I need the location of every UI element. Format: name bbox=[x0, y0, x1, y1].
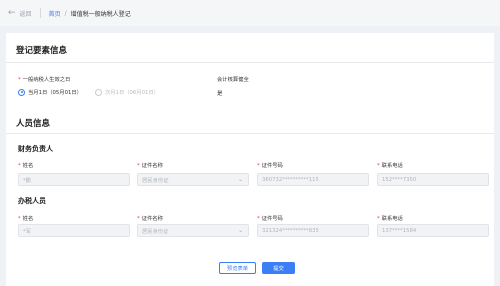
chevron-down-icon: ⌄ bbox=[237, 227, 243, 234]
preview-form-button[interactable]: 预览表单 bbox=[219, 262, 256, 274]
agent-name-label: * 姓名 bbox=[18, 216, 34, 222]
agent-idtype-label: * 证件名称 bbox=[137, 216, 163, 222]
tax-agent-title: 办税人员 bbox=[18, 197, 46, 205]
back-button[interactable]: ← 返回 bbox=[8, 8, 32, 18]
agent-idnumber-field[interactable]: 321324**********835 bbox=[257, 224, 369, 237]
effective-date-label: * 一般纳税人生效之日 bbox=[18, 77, 71, 83]
finance-idnumber-label: * 证件号码 bbox=[257, 163, 283, 169]
agent-idtype-select[interactable]: 居民身份证 ⌄ bbox=[137, 224, 249, 237]
radio-next-month[interactable]: 次月1日（06月01日） bbox=[95, 88, 159, 96]
finance-name-label: * 姓名 bbox=[18, 163, 34, 169]
chevron-down-icon: ⌄ bbox=[237, 176, 243, 183]
radio-next-month-label: 次月1日（06月01日） bbox=[105, 90, 159, 96]
finance-name-field[interactable]: *鹏 bbox=[18, 173, 130, 186]
arrow-left-icon: ← bbox=[8, 8, 16, 18]
accounting-value: 是 bbox=[217, 91, 223, 97]
main-card: 登记要素信息 * 一般纳税人生效之日 当月1日（05月01日） 次月1日（06月0… bbox=[6, 33, 494, 286]
top-bar: ← 返回 首页 / 增值税一般纳税人登记 bbox=[0, 0, 500, 26]
finance-phone-label: * 联系电话 bbox=[377, 163, 403, 169]
agent-idnumber-label: * 证件号码 bbox=[257, 216, 283, 222]
divider bbox=[39, 8, 41, 18]
breadcrumb-current: 增值税一般纳税人登记 bbox=[70, 10, 131, 18]
finance-phone-field[interactable]: 152****7350 bbox=[377, 173, 489, 186]
section-divider bbox=[6, 133, 494, 134]
personnel-title: 人员信息 bbox=[16, 119, 51, 129]
finance-idtype-select[interactable]: 居民身份证 ⌄ bbox=[137, 173, 249, 186]
agent-phone-field[interactable]: 137****1584 bbox=[377, 224, 489, 237]
breadcrumb-separator: / bbox=[64, 9, 67, 17]
radio-selected-icon bbox=[18, 88, 25, 96]
radio-unselected-icon bbox=[95, 88, 102, 96]
finance-idtype-label: * 证件名称 bbox=[137, 163, 163, 169]
radio-current-month[interactable]: 当月1日（05月01日） bbox=[18, 88, 82, 96]
agent-name-field[interactable]: *军 bbox=[18, 224, 130, 237]
section-divider bbox=[6, 62, 494, 63]
back-label: 返回 bbox=[19, 10, 32, 18]
finance-idnumber-field[interactable]: 360732**********115 bbox=[257, 173, 369, 186]
required-mark: * bbox=[18, 77, 21, 83]
accounting-label: 会计核算健全 bbox=[217, 77, 249, 83]
submit-button[interactable]: 提交 bbox=[262, 262, 295, 274]
breadcrumb-home[interactable]: 首页 bbox=[49, 9, 61, 18]
finance-title: 财务负责人 bbox=[18, 145, 53, 153]
agent-phone-label: * 联系电话 bbox=[377, 216, 403, 222]
registration-title: 登记要素信息 bbox=[16, 46, 68, 56]
radio-current-month-label: 当月1日（05月01日） bbox=[28, 90, 82, 96]
